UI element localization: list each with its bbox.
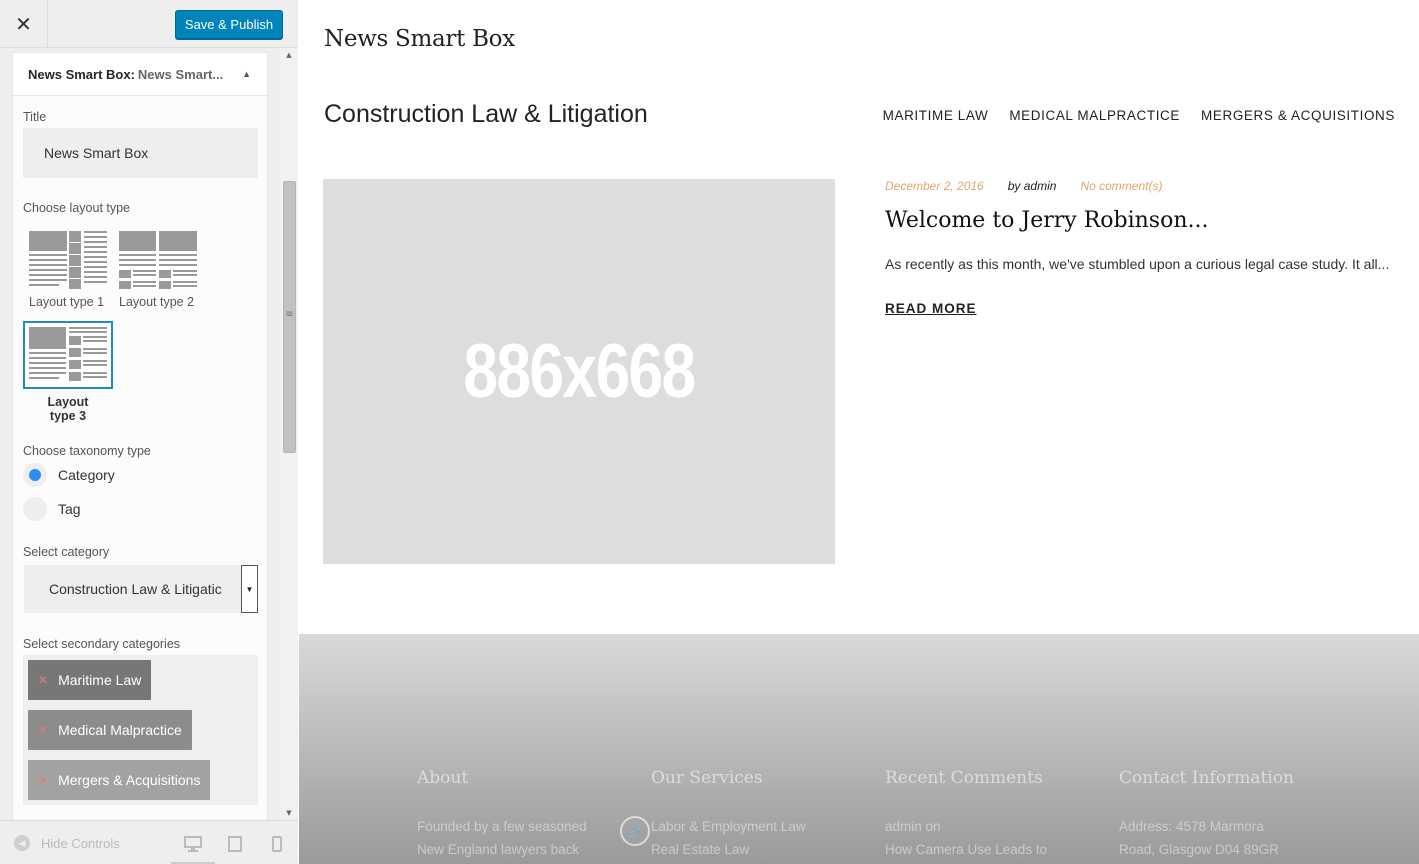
post-excerpt: As recently as this month, we've stumble…	[885, 256, 1390, 272]
title-field-label: Title	[23, 110, 47, 124]
taxonomy-category-label: Category	[58, 467, 115, 483]
sidebar-scrollbar[interactable]: ▲ ≡ ▼	[280, 48, 298, 820]
taxonomy-tag-label: Tag	[58, 501, 81, 517]
widget-title-sub: News Smart...	[137, 66, 224, 82]
chip-label: Mergers & Acquisitions	[58, 772, 201, 788]
footer-text: New England lawyers back	[417, 842, 580, 857]
collapse-arrow-icon[interactable]: ▲	[242, 69, 251, 79]
tablet-icon[interactable]	[224, 833, 246, 855]
layout-type-label: Choose layout type	[23, 201, 131, 215]
thumbnail-placeholder-text: 886x668	[463, 329, 696, 414]
collapse-left-icon: ◀	[14, 835, 30, 851]
widget-header[interactable]: News Smart Box: News Smart... ▲	[13, 53, 267, 96]
footer-text: Founded by a few seasoned	[417, 819, 587, 834]
footer-col-services: Our Services Labor & Employment Law Real …	[651, 768, 861, 861]
taxonomy-category-radio[interactable]: Category	[23, 463, 115, 487]
site-footer: About Founded by a few seasoned New Engla…	[299, 634, 1419, 864]
select-category-label: Select category	[23, 545, 110, 559]
remove-chip-icon[interactable]: ✕	[38, 723, 48, 737]
widget-news-smart-box: News Smart Box: News Smart... ▲ Title Ne…	[12, 52, 268, 820]
footer-col-about: About Founded by a few seasoned New Engla…	[417, 768, 627, 861]
layout-2-thumbnail	[119, 231, 197, 289]
chip-label: Maritime Law	[58, 672, 142, 688]
post-title[interactable]: Welcome to Jerry Robinson...	[885, 208, 1208, 233]
layout-option-3[interactable]: Layout type 3	[23, 321, 115, 423]
radio-unchecked-icon[interactable]	[23, 497, 47, 521]
dropdown-arrow-icon[interactable]: ▼	[241, 565, 258, 613]
grip-icon: ≡	[285, 309, 294, 320]
post-comments[interactable]: No comment(s)	[1080, 179, 1162, 193]
customizer-header: ✕ Save & Publish	[0, 0, 298, 48]
site-preview: News Smart Box Construction Law & Litiga…	[299, 0, 1419, 864]
footer-heading: Contact Information	[1119, 768, 1294, 788]
nav-medical-malpractice[interactable]: MEDICAL MALPRACTICE	[1009, 108, 1180, 123]
post-meta: December 2, 2016 by admin No comment(s)	[885, 179, 1162, 193]
category-select-value: Construction Law & Litigatic	[49, 581, 222, 597]
post-thumbnail[interactable]: 886x668	[323, 179, 835, 564]
footer-link[interactable]: Real Estate Law	[651, 842, 749, 857]
layout-3-label: Layout type 3	[47, 395, 89, 423]
title-input[interactable]: News Smart Box	[23, 128, 258, 178]
customizer-sidebar: ✕ Save & Publish News Smart Box: News Sm…	[0, 0, 298, 864]
chip-mergers-acquisitions[interactable]: ✕ Mergers & Acquisitions	[28, 760, 211, 800]
customizer-panel: News Smart Box: News Smart... ▲ Title Ne…	[0, 48, 280, 820]
customizer-footer: ◀ Hide Controls	[0, 820, 298, 864]
chip-label: Medical Malpractice	[58, 722, 182, 738]
footer-heading: Recent Comments	[885, 768, 1043, 788]
footer-heading: About	[417, 768, 469, 788]
close-customizer-button[interactable]: ✕	[0, 0, 48, 48]
post-date[interactable]: December 2, 2016	[885, 179, 984, 193]
secondary-categories-list: ✕ Maritime Law ✕ Medical Malpractice ✕ M…	[23, 655, 258, 805]
layout-option-2[interactable]: Layout type 2	[119, 231, 199, 309]
nav-mergers-acquisitions[interactable]: MERGERS & ACQUISITIONS	[1201, 108, 1395, 123]
footer-link[interactable]: How Camera Use Leads to	[885, 842, 1047, 857]
remove-chip-icon[interactable]: ✕	[38, 773, 48, 787]
secondary-categories-label: Select secondary categories	[23, 637, 181, 651]
footer-col-contact: Contact Information Address: 4578 Marmor…	[1119, 768, 1329, 861]
layout-option-1[interactable]: Layout type 1	[29, 231, 109, 309]
footer-link[interactable]: Labor & Employment Law	[651, 819, 806, 834]
scrollbar-thumb[interactable]: ≡	[283, 181, 296, 453]
post-author[interactable]: by admin	[1008, 179, 1057, 193]
footer-text: Address: 4578 Marmora	[1119, 819, 1264, 834]
taxonomy-tag-radio[interactable]: Tag	[23, 497, 81, 521]
save-publish-button[interactable]: Save & Publish	[175, 10, 283, 39]
widget-form: Title News Smart Box Choose layout type	[13, 97, 267, 820]
footer-col-comments: Recent Comments admin on How Camera Use L…	[885, 768, 1095, 861]
link-icon[interactable]: 🔗	[620, 816, 650, 846]
scroll-down-arrow-icon[interactable]: ▼	[280, 806, 298, 820]
widget-heading: News Smart Box	[324, 26, 515, 52]
radio-checked-icon[interactable]	[23, 463, 47, 487]
chip-maritime-law[interactable]: ✕ Maritime Law	[28, 660, 152, 700]
footer-text[interactable]: admin on	[885, 819, 941, 834]
layout-3-thumbnail	[23, 321, 113, 389]
desktop-icon[interactable]	[171, 833, 215, 864]
layout-1-label: Layout type 1	[29, 295, 105, 309]
layout-2-label: Layout type 2	[119, 295, 195, 309]
scroll-up-arrow-icon[interactable]: ▲	[280, 48, 298, 62]
category-select[interactable]: Construction Law & Litigatic ▼	[24, 565, 258, 613]
footer-text: Road, Glasgow D04 89GR	[1119, 842, 1279, 857]
hide-controls-label: Hide Controls	[41, 835, 120, 851]
nav-maritime-law[interactable]: MARITIME LAW	[883, 108, 989, 123]
remove-chip-icon[interactable]: ✕	[38, 673, 48, 687]
chip-medical-malpractice[interactable]: ✕ Medical Malpractice	[28, 710, 192, 750]
close-icon[interactable]: ✕	[15, 12, 32, 36]
taxonomy-type-label: Choose taxonomy type	[23, 444, 151, 458]
hide-controls-button[interactable]: ◀ Hide Controls	[14, 835, 120, 851]
footer-heading: Our Services	[651, 768, 763, 788]
widget-title-bold: News Smart Box:	[28, 66, 135, 82]
layout-1-thumbnail	[29, 231, 107, 289]
mobile-icon[interactable]	[266, 833, 288, 855]
section-title: Construction Law & Litigation	[324, 100, 648, 128]
read-more-link[interactable]: READ MORE	[885, 301, 977, 316]
category-nav: MARITIME LAW MEDICAL MALPRACTICE MERGERS…	[883, 108, 1395, 123]
